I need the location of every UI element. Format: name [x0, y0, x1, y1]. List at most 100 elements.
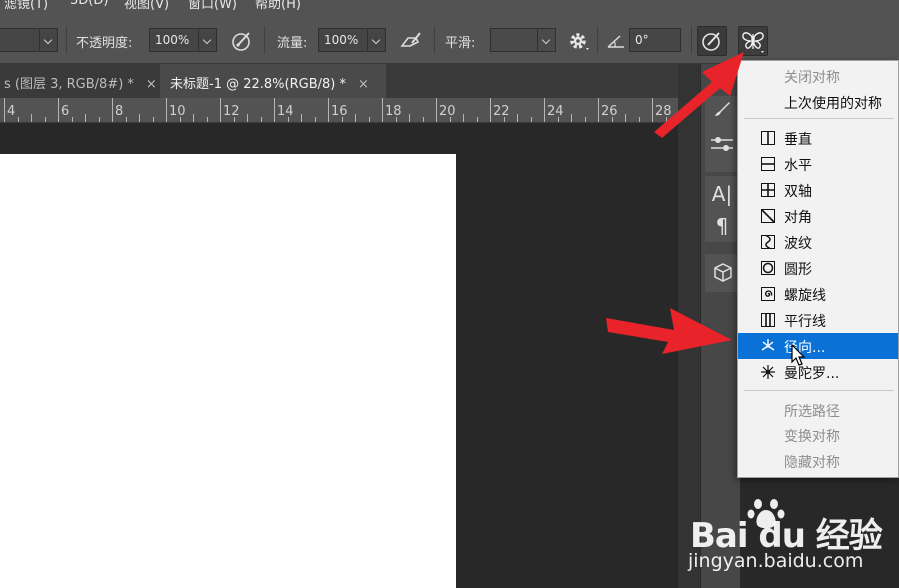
menu-window[interactable]: 窗口(W) — [188, 0, 237, 12]
options-bar: 不透明度: 100% 流量: 100% 平滑: 0° — [0, 12, 899, 64]
ruler-major-tick — [544, 98, 545, 122]
menu-item-dual-axis[interactable]: 双轴 — [738, 177, 898, 203]
ruler-minor-tick — [98, 117, 100, 122]
ruler-label: 26 — [601, 104, 618, 119]
airbrush-icon[interactable] — [398, 28, 424, 54]
ruler-major-tick — [274, 98, 275, 122]
ruler-minor-tick — [368, 117, 370, 122]
ruler-major-tick — [112, 98, 113, 122]
ruler-major-tick — [598, 98, 599, 122]
ruler-major-tick — [490, 98, 491, 122]
cursor-icon — [791, 344, 806, 366]
vertical-symmetry-icon — [761, 131, 775, 145]
baidu-watermark: Bai du 经验 jingyan.baidu.com — [686, 499, 883, 583]
menu-item-selected-path[interactable]: 所选路径 — [738, 397, 898, 423]
opacity-field[interactable]: 100% — [149, 28, 199, 52]
blend-mode-select[interactable] — [0, 28, 40, 52]
ruler-minor-tick — [152, 117, 154, 122]
watermark-url: jingyan.baidu.com — [688, 550, 864, 572]
diagonal-symmetry-icon — [760, 208, 776, 224]
radial-symmetry-icon — [761, 339, 775, 351]
flow-dropdown[interactable] — [368, 28, 386, 52]
ruler-label: 12 — [223, 104, 240, 119]
ruler-minor-tick — [139, 114, 140, 122]
ruler-major-tick — [220, 98, 221, 122]
menu-bar: 滤镜(T) 3D(D) 视图(V) 窗口(W) 帮助(H) — [0, 0, 899, 12]
menu-item-symmetry-off[interactable]: 关闭对称 — [738, 63, 898, 89]
document-canvas[interactable] — [0, 154, 456, 588]
tab-label: s (图层 3, RGB/8#) * — [4, 77, 134, 92]
ruler-label: 6 — [61, 104, 70, 119]
ruler-minor-tick — [557, 117, 559, 122]
horizontal-ruler[interactable]: 4 6 8 10 12 14 16 18 20 22 24 26 28 — [0, 98, 678, 123]
menu-item-transform-symmetry[interactable]: 变换对称 — [738, 422, 898, 448]
ruler-label: 10 — [169, 104, 186, 119]
ruler-minor-tick — [422, 117, 424, 122]
ruler-minor-tick — [476, 117, 478, 122]
menu-item-mandala[interactable]: 曼陀罗... — [738, 359, 898, 385]
ruler-minor-tick — [247, 114, 248, 122]
menu-help[interactable]: 帮助(H) — [255, 0, 301, 12]
ruler-major-tick — [382, 98, 383, 122]
menu-filter[interactable]: 滤镜(T) — [4, 0, 48, 12]
ruler-label: 18 — [385, 104, 402, 119]
ruler-label: 24 — [547, 104, 564, 119]
tab-document-1[interactable]: s (图层 3, RGB/8#) * × — [0, 64, 158, 98]
close-icon[interactable]: × — [358, 77, 369, 92]
annotation-arrow-top — [654, 52, 744, 138]
pressure-opacity-icon[interactable] — [229, 28, 255, 54]
ruler-minor-tick — [233, 117, 235, 122]
menu-item-spiral[interactable]: 螺旋线 — [738, 281, 898, 307]
ruler-minor-tick — [409, 114, 410, 122]
flow-field[interactable]: 100% — [318, 28, 368, 52]
menu-item-wavy[interactable]: 波纹 — [738, 229, 898, 255]
menu-item-parallel-lines[interactable]: 平行线 — [738, 307, 898, 333]
menu-item-diagonal[interactable]: 对角 — [738, 203, 898, 229]
spiral-symmetry-icon — [761, 287, 775, 301]
ruler-minor-tick — [584, 117, 586, 122]
ruler-minor-tick — [625, 114, 626, 122]
smooth-dropdown[interactable] — [538, 28, 556, 52]
ruler-minor-tick — [395, 117, 397, 122]
tab-document-2[interactable]: 未标题-1 @ 22.8%(RGB/8) * × — [160, 64, 386, 98]
ruler-minor-tick — [287, 117, 289, 122]
wavy-symmetry-icon — [761, 234, 775, 250]
menu-3d[interactable]: 3D(D) — [70, 0, 108, 8]
menu-item-circle[interactable]: 圆形 — [738, 255, 898, 281]
ruler-minor-tick — [355, 114, 356, 122]
3d-cube-icon[interactable] — [712, 262, 734, 284]
character-icon[interactable]: A| — [705, 182, 739, 206]
ruler-minor-tick — [611, 117, 613, 122]
document-tabs: s (图层 3, RGB/8#) * × 未标题-1 @ 22.8%(RGB/8)… — [0, 64, 678, 98]
smooth-field[interactable] — [490, 28, 538, 52]
ruler-minor-tick — [85, 114, 86, 122]
ruler-minor-tick — [44, 117, 46, 122]
close-icon[interactable]: × — [146, 77, 157, 92]
paragraph-icon[interactable]: ¶ — [705, 214, 739, 238]
ruler-label: 22 — [493, 104, 510, 119]
ruler-label: 16 — [331, 104, 348, 119]
ruler-minor-tick — [193, 114, 194, 122]
annotation-arrow-middle — [606, 308, 732, 354]
ruler-minor-tick — [314, 117, 316, 122]
ruler-minor-tick — [301, 114, 302, 122]
angle-icon — [607, 35, 624, 48]
ruler-minor-tick — [341, 117, 343, 122]
gear-icon[interactable] — [566, 28, 592, 54]
menu-item-hide-symmetry[interactable]: 隐藏对称 — [738, 448, 898, 474]
smooth-label: 平滑: — [445, 36, 476, 51]
ruler-minor-tick — [31, 114, 32, 122]
circle-symmetry-icon — [761, 261, 775, 275]
ruler-major-tick — [166, 98, 167, 122]
ruler-label: 4 — [7, 104, 16, 119]
ruler-minor-tick — [179, 117, 181, 122]
menu-item-horizontal[interactable]: 水平 — [738, 151, 898, 177]
blend-mode-dropdown[interactable] — [40, 28, 58, 52]
menu-item-radial[interactable]: 径向... — [738, 333, 898, 359]
tab-label: 未标题-1 @ 22.8%(RGB/8) * — [170, 77, 346, 92]
menu-view[interactable]: 视图(V) — [124, 0, 169, 12]
opacity-dropdown[interactable] — [199, 28, 217, 52]
menu-item-last-used-symmetry[interactable]: 上次使用的对称 — [738, 89, 898, 115]
3d-panel-group — [705, 254, 739, 292]
menu-item-vertical[interactable]: 垂直 — [738, 125, 898, 151]
